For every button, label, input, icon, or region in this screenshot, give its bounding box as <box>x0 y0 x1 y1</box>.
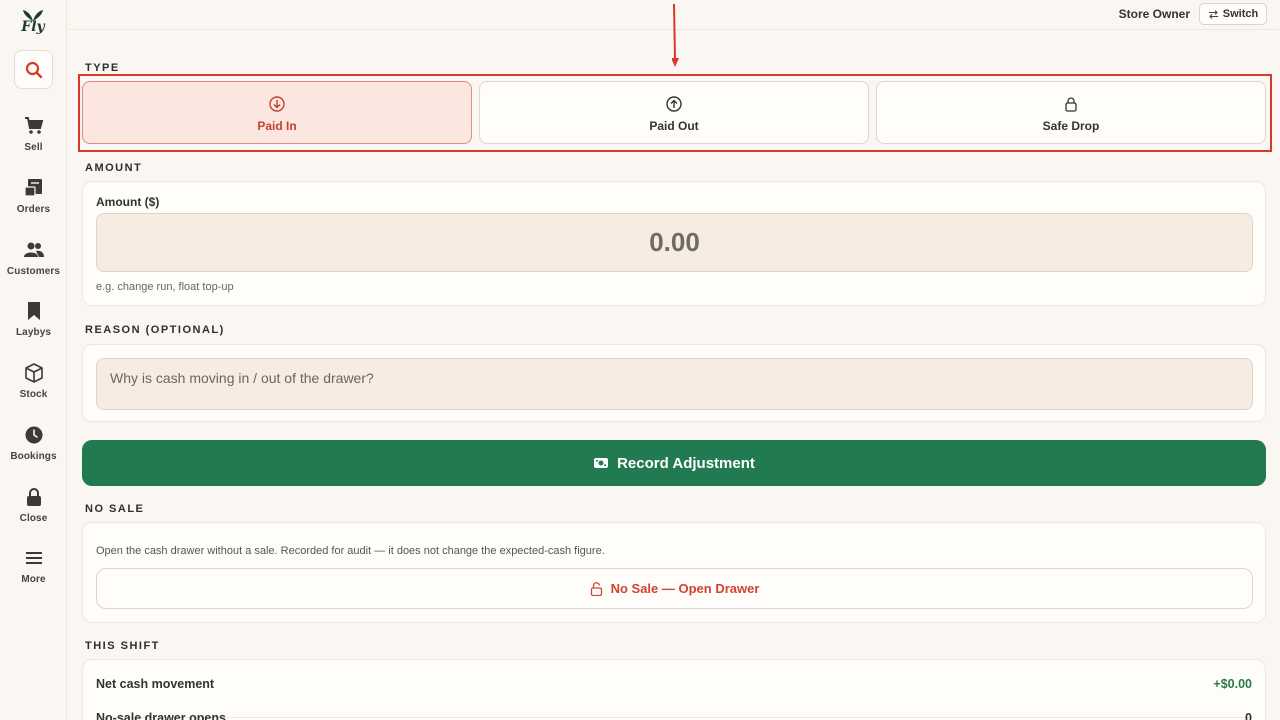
shift-panel: Net cash movement +$0.00 No-sale drawer … <box>82 659 1266 720</box>
type-section-title: TYPE <box>85 62 120 74</box>
amount-section-title: AMOUNT <box>85 162 143 174</box>
shift-row-net-cash: Net cash movement +$0.00 <box>96 677 1252 718</box>
reason-section-title: REASON (OPTIONAL) <box>85 324 225 336</box>
receipt-icon <box>23 179 42 197</box>
sidebar-item-stock[interactable]: Stock <box>0 363 67 400</box>
switch-user-button[interactable]: Switch <box>1199 3 1267 25</box>
sidebar-item-label: Close <box>19 513 48 524</box>
no-sale-panel: Open the cash drawer without a sale. Rec… <box>82 522 1266 623</box>
amount-panel: Amount ($) 0.00 e.g. change run, float t… <box>82 181 1266 306</box>
reason-input[interactable] <box>96 358 1253 410</box>
record-adjustment-button[interactable]: Record Adjustment <box>82 440 1266 486</box>
sidebar-item-label: Orders <box>16 204 51 215</box>
sidebar-item-orders[interactable]: Orders <box>0 178 67 215</box>
sidebar-item-label: Stock <box>19 389 48 400</box>
swap-arrows-icon <box>1208 9 1218 19</box>
lock-icon <box>26 488 41 506</box>
sidebar-item-label: Bookings <box>10 451 57 462</box>
shift-row-value: +$0.00 <box>1213 677 1252 691</box>
type-option-paid-in[interactable]: Paid In <box>82 81 472 144</box>
sidebar-item-customers[interactable]: Customers <box>0 240 67 277</box>
switch-label: Switch <box>1222 8 1259 20</box>
type-option-label: Paid Out <box>649 119 699 133</box>
shift-row-no-sale-opens: No-sale drawer opens 0 <box>96 711 1252 720</box>
sidebar-item-label: Laybys <box>15 327 52 338</box>
amount-input[interactable]: 0.00 <box>96 213 1253 272</box>
bookmark-icon <box>27 302 40 320</box>
shift-row-value: 0 <box>1245 711 1252 720</box>
search-button[interactable] <box>14 50 53 89</box>
box-icon <box>24 363 43 383</box>
shift-row-label: Net cash movement <box>96 677 215 691</box>
menu-icon <box>25 552 42 564</box>
search-icon <box>25 61 42 78</box>
amount-hint: e.g. change run, float top-up <box>96 281 234 293</box>
sidebar-item-more[interactable]: More <box>0 548 67 585</box>
amount-field-label: Amount ($) <box>96 195 160 209</box>
type-option-label: Safe Drop <box>1042 119 1100 133</box>
type-option-label: Paid In <box>257 119 297 133</box>
clock-icon <box>25 426 42 444</box>
lock-icon <box>1065 97 1077 112</box>
unlock-icon <box>590 581 602 596</box>
cart-icon <box>24 117 43 134</box>
logo-text: Fly <box>21 19 45 35</box>
reason-panel <box>82 344 1266 422</box>
app-logo: Fly <box>18 8 48 34</box>
users-icon <box>23 242 44 257</box>
type-option-safe-drop[interactable]: Safe Drop <box>876 81 1266 144</box>
sidebar-item-bookings[interactable]: Bookings <box>0 425 67 462</box>
cash-register-icon <box>594 458 609 468</box>
no-sale-section-title: NO SALE <box>85 503 145 515</box>
record-adjustment-label: Record Adjustment <box>617 454 755 472</box>
sidebar-item-laybys[interactable]: Laybys <box>0 301 67 338</box>
no-sale-description: Open the cash drawer without a sale. Rec… <box>96 545 605 557</box>
annotation-arrow <box>672 3 679 67</box>
no-sale-button-label: No Sale — Open Drawer <box>610 581 760 596</box>
type-option-paid-out[interactable]: Paid Out <box>479 81 869 144</box>
sidebar-item-close[interactable]: Close <box>0 487 67 524</box>
user-role: Store Owner <box>1118 7 1190 21</box>
sidebar-item-sell[interactable]: Sell <box>0 116 67 153</box>
arrow-down-circle-icon <box>269 96 285 112</box>
shift-section-title: THIS SHIFT <box>85 640 160 652</box>
sidebar-item-label: More <box>21 574 46 585</box>
arrow-up-circle-icon <box>666 96 682 112</box>
no-sale-open-drawer-button[interactable]: No Sale — Open Drawer <box>96 568 1253 609</box>
sidebar-item-label: Customers <box>6 266 61 277</box>
sidebar-item-label: Sell <box>24 142 43 153</box>
sidebar: Fly Sell Orders Customers Laybys Stock B… <box>0 0 67 720</box>
shift-row-label: No-sale drawer opens <box>96 711 226 720</box>
